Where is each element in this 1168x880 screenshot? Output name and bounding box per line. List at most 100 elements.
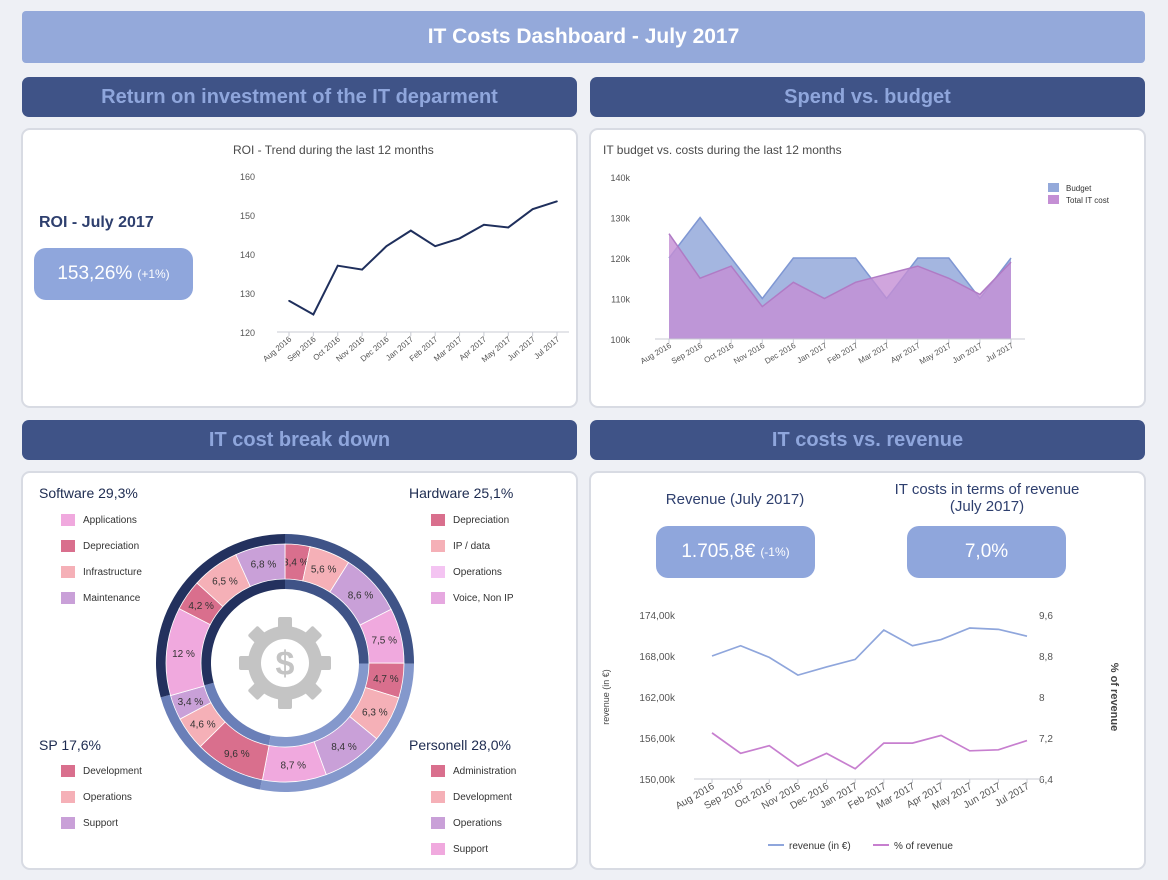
revenue-dual-axis-chart: 174,00k 168,00k 162,00k 156,00k 150,00k 9,6 8,… [601, 611, 1120, 852]
x-tick-label: Jun 2017 [951, 341, 984, 366]
legend-label: Administration [453, 765, 517, 777]
legend-label: Support [83, 817, 119, 829]
legend-swatch [431, 843, 445, 855]
x-tick-label: Jul 2017 [532, 334, 561, 361]
y-tick-label: 160 [240, 172, 255, 182]
legend-swatch [431, 540, 445, 552]
legend-item: Infrastructure [61, 559, 142, 585]
x-tick-label: Jun 2017 [506, 334, 537, 362]
y-tick-label: 162,00k [639, 693, 676, 704]
personell-legend: Administration Development Operations Suppo… [431, 758, 516, 862]
roi-kpi-pill: 153,26% (+1%) [34, 248, 193, 300]
legend-label: Development [83, 765, 142, 777]
legend-label: Budget [1066, 184, 1092, 193]
legend-swatch [431, 566, 445, 578]
legend-label: Total IT cost [1066, 196, 1110, 205]
x-tick-label: Feb 2017 [826, 341, 860, 366]
legend-label-percent: % of revenue [894, 841, 953, 852]
y-tick-label: 168,00k [639, 652, 676, 663]
roi-point [361, 268, 363, 271]
cost-breakdown-donut: 3,4 %5,6 %8,6 %7,5 %4,7 %6,3 %8,4 %8,7 %… [156, 534, 415, 792]
x-tick-label: Jul 2017 [984, 341, 1015, 364]
revenue-kpi-delta: (-1%) [760, 545, 790, 559]
legend-label: Infrastructure [83, 566, 142, 578]
roi-point [507, 226, 510, 229]
spend-chart-title: IT budget vs. costs during the last 12 m… [603, 143, 842, 157]
spend-area-chart: 140k 130k 120k 110k 100k Aug 2016Sep 2016Oct … [610, 173, 1110, 367]
y-tick-label: 150 [240, 211, 255, 221]
x-tick-label: Apr 2017 [889, 341, 922, 365]
y-tick-label: 150,00k [639, 775, 676, 786]
roi-point [458, 237, 461, 240]
x-tick-label: May 2017 [918, 341, 953, 367]
legend-item: Support [61, 810, 142, 836]
roi-kpi-delta: (+1%) [137, 267, 170, 281]
x-tick-label: Nov 2016 [732, 341, 767, 366]
legend-item: Operations [431, 559, 514, 585]
legend-swatch [61, 592, 75, 604]
legend-swatch [1048, 195, 1059, 204]
legend-label: Operations [453, 566, 502, 578]
roi-point [556, 200, 558, 203]
dashboard-title: IT Costs Dashboard - July 2017 [22, 11, 1145, 63]
hardware-group-title: Hardware 25,1% [409, 485, 514, 501]
x-tick-label: Aug 2016 [639, 341, 674, 366]
donut-slice-label: 8,7 % [281, 761, 307, 772]
revenue-kpi-value: 1.705,8€ [681, 541, 756, 562]
legend-item: Administration [431, 758, 516, 784]
legend-swatch [61, 540, 75, 552]
x-tick-label: Oct 2016 [703, 341, 736, 365]
roi-point [531, 208, 534, 210]
revenue-series-line [711, 627, 1028, 677]
donut-slice-label: 9,6 % [224, 749, 250, 760]
roi-point [288, 300, 290, 302]
software-legend: Applications Depreciation Infrastructure Ma… [61, 507, 142, 611]
y-tick-label: 140 [240, 250, 255, 260]
roi-point [312, 313, 315, 316]
legend-label: Applications [83, 514, 137, 526]
legend-item: Depreciation [61, 533, 142, 559]
y2-axis-title: % of revenue [1108, 663, 1120, 731]
roi-point [483, 223, 485, 226]
revenue-kpi-pill: 1.705,8€ (-1%) [656, 526, 815, 578]
roi-chart-title: ROI - Trend during the last 12 months [233, 143, 434, 157]
legend-swatch [61, 566, 75, 578]
roi-series-line [288, 200, 558, 316]
donut-slice-label: 4,7 % [373, 674, 399, 685]
y2-tick-label: 6,4 [1039, 775, 1053, 786]
legend-label: Maintenance [83, 592, 141, 604]
legend-label: Depreciation [453, 514, 510, 526]
y2-tick-label: 8 [1039, 693, 1045, 704]
legend-item: Maintenance [61, 585, 142, 611]
legend-label: Operations [453, 817, 502, 829]
legend-swatch [61, 765, 75, 777]
legend-item: Depreciation [431, 507, 514, 533]
section-header-roi: Return on investment of the IT deparment [22, 77, 577, 117]
donut-slice-label: 5,6 % [311, 565, 337, 576]
x-tick-label: Sep 2016 [670, 341, 705, 366]
y2-tick-label: 7,2 [1039, 734, 1053, 745]
sp-group-title: SP 17,6% [39, 737, 102, 753]
share-kpi-value: 7,0% [964, 541, 1009, 562]
legend-swatch [61, 817, 75, 829]
sp-legend: Development Operations Support [61, 758, 142, 836]
section-header-spend: Spend vs. budget [590, 77, 1145, 117]
roi-point [434, 245, 436, 247]
y-tick-label: 110k [611, 295, 630, 305]
legend-item: Support [431, 836, 516, 862]
legend-swatch [61, 514, 75, 526]
donut-slice-label: 8,6 % [348, 590, 374, 601]
hardware-legend: Depreciation IP / data Operations Voice, No… [431, 507, 514, 611]
legend-swatch [1048, 183, 1059, 192]
legend-label-revenue: revenue (in €) [789, 841, 851, 852]
y-tick-label: 130 [240, 289, 255, 299]
x-tick-label: Jan 2017 [795, 341, 828, 366]
legend-label: Development [453, 791, 512, 803]
legend-label: IP / data [453, 540, 491, 552]
y-tick-label: 120 [240, 328, 255, 338]
legend-swatch [61, 791, 75, 803]
revenue-kpi-label: Revenue (July 2017) [665, 491, 805, 508]
share-kpi-pill: 7,0% [907, 526, 1066, 578]
donut-slice-label: 6,8 % [251, 559, 277, 570]
roi-point [336, 264, 339, 267]
